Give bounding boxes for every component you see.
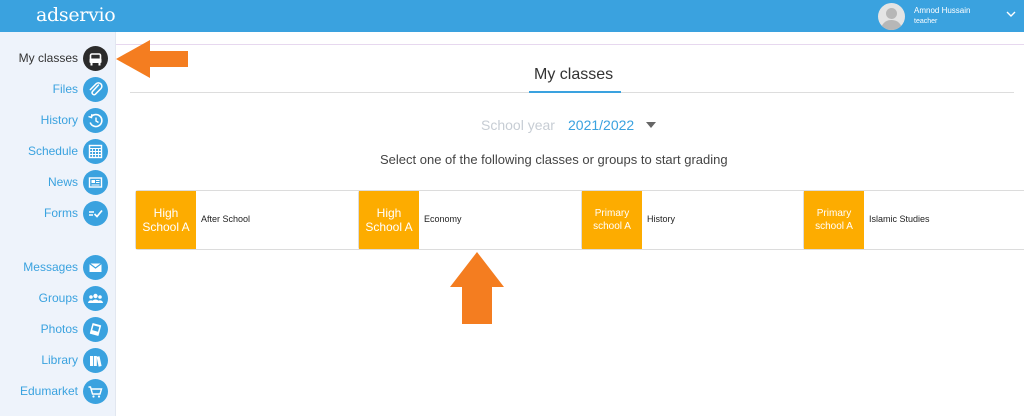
sidebar-item-groups[interactable]: Groups — [0, 284, 116, 312]
arrow-up-annotation — [450, 252, 504, 324]
top-bar: adservio Amnod Hussain teacher — [0, 0, 1024, 32]
sidebar-item-schedule[interactable]: Schedule — [0, 137, 116, 165]
user-menu[interactable]: Amnod Hussain teacher — [878, 0, 1024, 32]
sidebar-item-label: Groups — [38, 291, 78, 305]
cart-icon — [83, 379, 108, 404]
class-group-badge: Primary school A — [804, 191, 864, 249]
avatar[interactable] — [878, 3, 905, 30]
top-divider — [116, 44, 1024, 45]
history-icon — [83, 108, 108, 133]
app-logo[interactable]: adservio — [36, 4, 116, 26]
groups-icon — [83, 286, 108, 311]
class-card[interactable]: High School A After School — [135, 190, 365, 250]
sidebar-item-label: My classes — [18, 51, 78, 65]
class-group-badge: High School A — [359, 191, 419, 249]
paperclip-icon — [83, 77, 108, 102]
sidebar-item-label: Schedule — [27, 144, 78, 158]
sidebar-item-photos[interactable]: Photos — [0, 315, 116, 343]
class-name: History — [647, 214, 676, 224]
class-group-badge: High School A — [136, 191, 196, 249]
sidebar-item-forms[interactable]: Forms — [0, 199, 116, 227]
sidebar-item-library[interactable]: Library — [0, 346, 116, 374]
class-card[interactable]: Primary school A History — [581, 190, 811, 250]
sidebar-item-label: Files — [52, 82, 78, 96]
sidebar-item-label: Messages — [23, 260, 78, 274]
class-name: After School — [201, 214, 251, 224]
arrow-left-annotation — [116, 40, 188, 78]
instruction-text: Select one of the following classes or g… — [380, 152, 728, 167]
class-card[interactable]: Primary school A Islamic Studies — [803, 190, 1024, 250]
library-icon — [83, 348, 108, 373]
sidebar-item-label: News — [47, 175, 78, 189]
school-year-select[interactable]: 2021/2022 — [568, 117, 634, 133]
user-role: teacher — [914, 18, 938, 25]
chevron-down-icon[interactable] — [1004, 7, 1018, 21]
class-card[interactable]: High School A Economy — [358, 190, 588, 250]
class-name: Economy — [424, 214, 462, 224]
mail-icon — [83, 255, 108, 280]
photos-icon — [83, 317, 108, 342]
sidebar-item-news[interactable]: News — [0, 168, 116, 196]
classes-icon — [83, 46, 108, 71]
sidebar-item-edumarket[interactable]: Edumarket — [0, 377, 116, 405]
calendar-icon — [83, 139, 108, 164]
class-group-badge: Primary school A — [582, 191, 642, 249]
sidebar: My classes Files History Schedule News F… — [0, 32, 116, 416]
class-name: Islamic Studies — [869, 214, 930, 224]
sidebar-item-label: Library — [41, 353, 78, 367]
sidebar-item-messages[interactable]: Messages — [0, 253, 116, 281]
sidebar-item-label: Forms — [44, 206, 78, 220]
title-underline — [529, 91, 621, 93]
caret-down-icon[interactable] — [646, 122, 656, 128]
sidebar-item-history[interactable]: History — [0, 106, 116, 134]
user-name: Amnod Hussain — [914, 6, 971, 15]
sidebar-item-label: Edumarket — [19, 384, 78, 398]
page-title: My classes — [534, 66, 614, 83]
sidebar-item-my-classes[interactable]: My classes — [0, 44, 116, 72]
sidebar-item-files[interactable]: Files — [0, 75, 116, 103]
school-year-label: School year — [481, 117, 555, 133]
forms-icon — [83, 201, 108, 226]
sidebar-item-label: Photos — [40, 322, 78, 336]
sidebar-item-label: History — [40, 113, 78, 127]
news-icon — [83, 170, 108, 195]
